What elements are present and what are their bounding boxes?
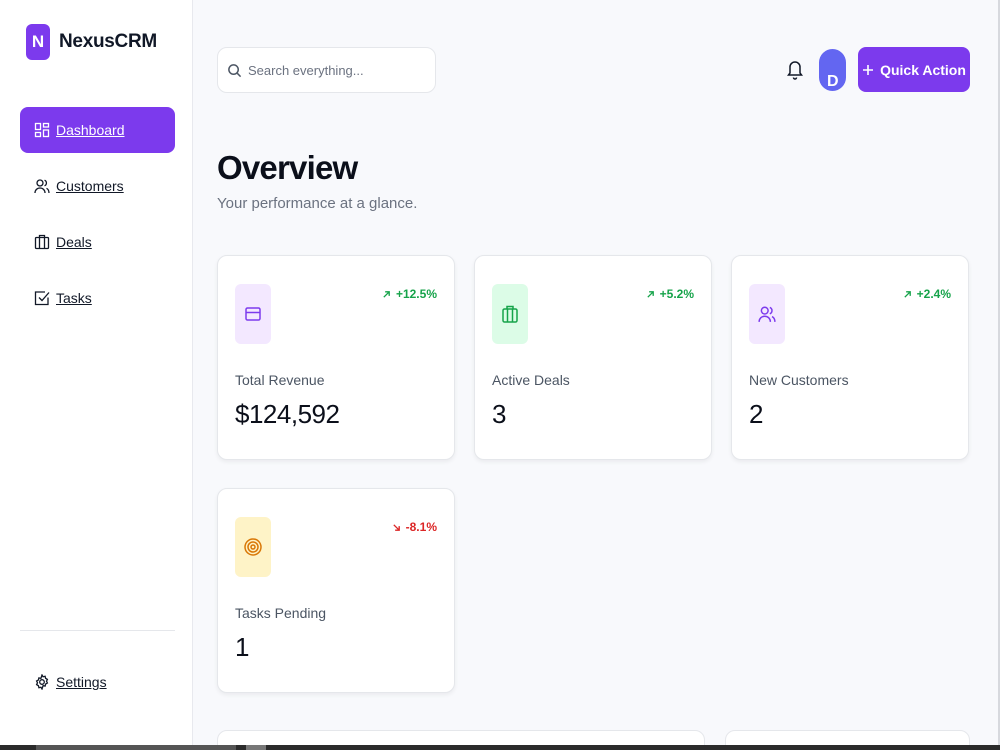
sidebar-item-dashboard[interactable]: Dashboard [20,107,175,153]
sidebar-item-label: Deals [56,234,92,250]
metric-value: $124,592 [235,399,340,429]
bell-icon[interactable] [786,58,804,80]
gear-icon [35,674,49,690]
sidebar: N NexusCRM Dashboard Customers Deals Tas… [0,0,193,750]
sidebar-item-label: Dashboard [56,122,125,138]
credit-card-icon [245,307,261,321]
settings-label: Settings [56,674,107,690]
sidebar-item-label: Tasks [56,290,92,306]
search-icon [228,63,242,77]
metric-label: New Customers [749,372,849,388]
metric-change: +5.2% [646,287,694,301]
quick-action-button[interactable]: Quick Action [858,47,970,92]
metric-label: Total Revenue [235,372,325,388]
metric-icon-box [235,517,271,577]
metric-card-revenue[interactable]: +12.5% Total Revenue $124,592 [217,255,455,460]
target-icon [244,538,262,556]
metric-change-value: +2.4% [916,287,951,301]
sidebar-item-customers[interactable]: Customers [20,163,175,209]
briefcase-icon [34,234,50,250]
taskbar [0,745,1000,750]
users-icon [758,306,776,322]
metric-card-customers[interactable]: +2.4% New Customers 2 [731,255,969,460]
metric-change: -8.1% [392,520,437,534]
sidebar-item-label: Customers [56,178,124,194]
dashboard-icon [34,122,50,138]
metric-icon-box [492,284,528,344]
quick-action-label: Quick Action [880,61,966,78]
search-box[interactable] [217,47,436,93]
users-icon [34,179,50,194]
metric-label: Active Deals [492,372,570,388]
sidebar-divider [20,630,175,631]
taskbar-segment [246,745,266,750]
metric-card-tasks[interactable]: -8.1% Tasks Pending 1 [217,488,455,693]
sidebar-nav: Dashboard Customers Deals Tasks [20,107,175,331]
metric-change: +12.5% [382,287,437,301]
metric-icon-box [749,284,785,344]
arrow-up-right-icon [646,290,654,298]
metric-change-value: +12.5% [395,287,437,301]
metric-change-value: -8.1% [405,520,437,534]
page-title: Overview [217,149,358,186]
metric-value: 3 [492,399,506,429]
app-window: N NexusCRM Dashboard Customers Deals Tas… [0,0,1000,750]
brand[interactable]: N NexusCRM [26,24,157,60]
avatar-initial: D [827,73,839,90]
metric-label: Tasks Pending [235,605,327,621]
taskbar-segment [36,745,236,750]
arrow-up-right-icon [903,290,911,298]
avatar[interactable]: D [819,49,846,91]
arrow-up-right-icon [383,290,390,298]
checkbox-icon [34,291,50,306]
metric-icon-box [235,284,271,344]
sidebar-item-settings[interactable]: Settings [20,662,175,702]
brand-logo: N [26,24,50,60]
main-content: D Quick Action Overview Your performance… [193,0,998,750]
metric-card-deals[interactable]: +5.2% Active Deals 3 [474,255,712,460]
plus-icon [863,64,874,75]
brand-name: NexusCRM [59,31,157,52]
metric-change: +2.4% [903,287,951,301]
sidebar-item-deals[interactable]: Deals [20,219,175,265]
search-input[interactable] [248,62,418,78]
metric-value: 2 [749,399,763,429]
sidebar-item-tasks[interactable]: Tasks [20,275,175,321]
briefcase-icon [502,305,518,323]
page-subtitle: Your performance at a glance. [217,195,418,212]
metric-change-value: +5.2% [659,287,694,301]
metric-value: 1 [235,632,249,662]
arrow-down-right-icon [392,523,400,531]
